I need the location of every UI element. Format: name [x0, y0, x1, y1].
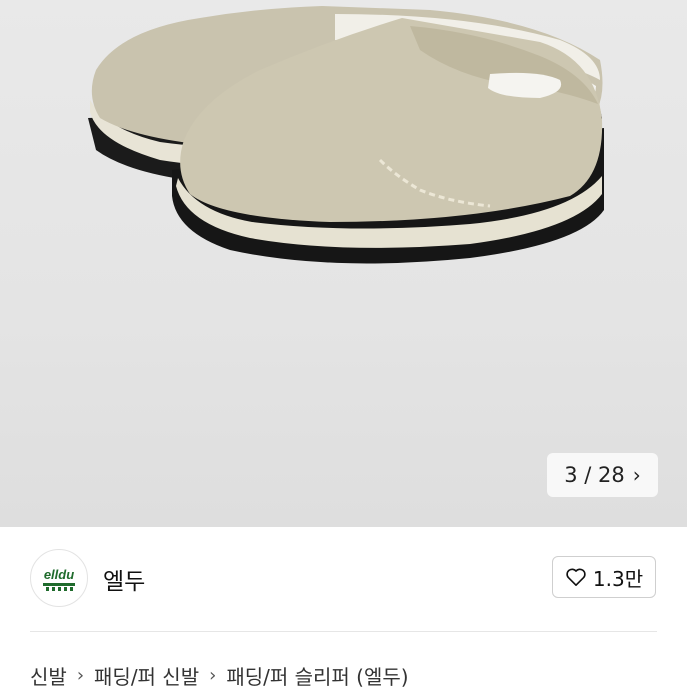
chevron-right-icon: › — [632, 463, 641, 487]
breadcrumb-item[interactable]: 패딩/퍼 신발 — [94, 661, 199, 690]
like-button[interactable]: 1.3만 — [552, 556, 656, 598]
product-photo — [88, 6, 604, 264]
chevron-right-icon: › — [76, 664, 85, 686]
seller-name[interactable]: 엘두 — [103, 562, 145, 596]
breadcrumb-item[interactable]: 신발 — [30, 661, 67, 690]
image-separator: / — [584, 463, 592, 487]
heart-icon — [566, 568, 586, 586]
breadcrumb: 신발 › 패딩/퍼 신발 › 패딩/퍼 슬리퍼 (엘두) — [30, 660, 409, 690]
seller-avatar[interactable]: elldu — [30, 549, 88, 607]
image-index: 3 — [564, 463, 578, 487]
image-counter-text: 3 / 28 — [564, 463, 625, 487]
product-image-gallery[interactable]: 3 / 28 › — [0, 0, 687, 527]
chevron-right-icon: › — [209, 664, 217, 686]
breadcrumb-item[interactable]: 패딩/퍼 슬리퍼 (엘두) — [226, 661, 408, 690]
svg-text:elldu: elldu — [44, 567, 74, 582]
seller-info: elldu 엘두 1.3만 — [0, 527, 687, 631]
like-count: 1.3만 — [592, 566, 644, 591]
elldu-logo: elldu — [43, 567, 75, 591]
image-total: 28 — [598, 463, 625, 487]
image-counter-button[interactable]: 3 / 28 › — [547, 453, 658, 497]
divider — [30, 631, 657, 632]
